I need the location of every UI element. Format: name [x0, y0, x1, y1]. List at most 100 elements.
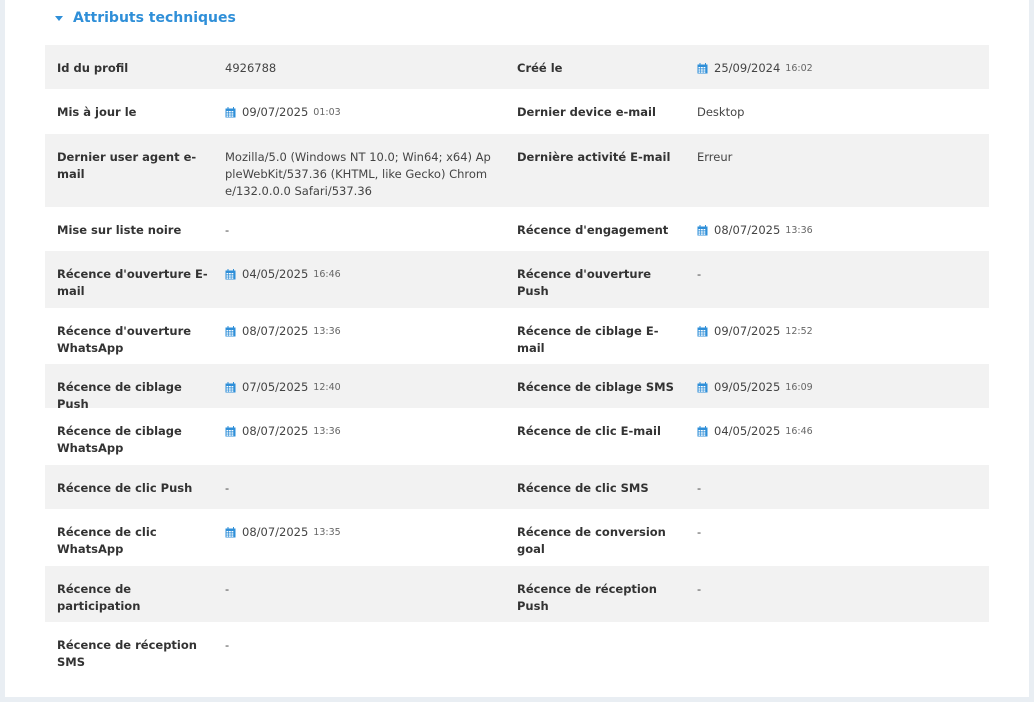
- date-text: 09/07/2025: [714, 324, 781, 338]
- time-text: 13:36: [785, 225, 813, 236]
- section-title: Attributs techniques: [73, 10, 236, 26]
- value-text: -: [225, 481, 230, 495]
- attribute-value: 25/09/2024 16:02: [697, 60, 989, 77]
- attribute-label: Récence de conversion goal: [517, 525, 666, 556]
- attribute-value: -: [225, 637, 517, 654]
- attribute-value: Mozilla/5.0 (Windows NT 10.0; Win64; x64…: [225, 149, 517, 200]
- attribute-row: Récence de participation - Récence de réce…: [45, 566, 989, 622]
- attribute-value: 04/05/2025 16:46: [225, 266, 517, 283]
- attribute-value: -: [697, 266, 989, 283]
- calendar-icon: [697, 326, 708, 337]
- attribute-label: Récence de clic E-mail: [517, 424, 661, 438]
- attribute-value: Erreur: [697, 149, 989, 166]
- value-text: -: [697, 267, 702, 281]
- attribute-row: Récence d'ouverture WhatsApp 08/07/2025 13…: [45, 308, 989, 364]
- value-text: Mozilla/5.0 (Windows NT 10.0; Win64; x64…: [225, 150, 491, 198]
- value-text: -: [225, 638, 230, 652]
- date-text: 09/05/2025: [714, 380, 781, 394]
- attribute-value: 08/07/2025 13:36: [225, 423, 517, 440]
- attribute-value: 09/05/2025 16:09: [697, 379, 989, 396]
- value-text: -: [225, 582, 230, 596]
- date-value: 09/07/2025 12:52: [697, 323, 813, 340]
- attribute-value: -: [225, 581, 517, 598]
- date-value: 08/07/2025 13:36: [697, 222, 813, 239]
- value-text: Erreur: [697, 150, 733, 164]
- time-text: 13:36: [313, 326, 341, 337]
- attribute-value: 09/07/2025 01:03: [225, 104, 517, 121]
- time-text: 16:09: [785, 382, 813, 393]
- attribute-label: Récence de ciblage WhatsApp: [57, 424, 182, 455]
- attribute-row: Mis à jour le 09/07/2025 01:03 Dernier devi…: [45, 89, 989, 134]
- time-text: 16:02: [785, 63, 813, 74]
- attribute-row: Récence de clic WhatsApp 08/07/2025 13:35 R…: [45, 509, 989, 566]
- date-text: 04/05/2025: [714, 424, 781, 438]
- date-value: 08/07/2025 13:36: [225, 423, 341, 440]
- attribute-label: Créé le: [517, 61, 563, 75]
- technical-attributes-panel: Attributs techniques Id du profil 4926788…: [5, 0, 1029, 697]
- value-text: -: [697, 582, 702, 596]
- value-text: -: [225, 223, 230, 237]
- attribute-value: -: [225, 480, 517, 497]
- attribute-label: Dernier device e-mail: [517, 105, 656, 119]
- calendar-icon: [697, 63, 708, 74]
- attribute-value: -: [697, 480, 989, 497]
- date-value: 08/07/2025 13:36: [225, 323, 341, 340]
- time-text: 16:46: [785, 426, 813, 437]
- date-value: 07/05/2025 12:40: [225, 379, 341, 396]
- attribute-label: Récence de clic WhatsApp: [57, 525, 157, 556]
- calendar-icon: [697, 426, 708, 437]
- attributes-grid: Id du profil 4926788 Créé le 25/09/2024 16:0…: [45, 45, 989, 678]
- attribute-label: Récence d'engagement: [517, 223, 669, 237]
- attribute-label: Récence d'ouverture E-mail: [57, 267, 208, 298]
- time-text: 13:35: [313, 527, 341, 538]
- attribute-value: 09/07/2025 12:52: [697, 323, 989, 340]
- value-text: -: [697, 481, 702, 495]
- date-text: 08/07/2025: [242, 324, 309, 338]
- attribute-label: Mise sur liste noire: [57, 223, 182, 237]
- date-text: 08/07/2025: [242, 525, 309, 539]
- value-text: -: [697, 525, 702, 539]
- attribute-label: Récence de réception Push: [517, 582, 657, 613]
- section-toggle[interactable]: Attributs techniques: [55, 8, 236, 28]
- attribute-value: -: [225, 222, 517, 239]
- calendar-icon: [225, 107, 236, 118]
- calendar-icon: [225, 326, 236, 337]
- attribute-label: Récence de clic SMS: [517, 481, 649, 495]
- calendar-icon: [697, 382, 708, 393]
- time-text: 12:40: [313, 382, 341, 393]
- date-value: 08/07/2025 13:35: [225, 524, 341, 541]
- date-value: 04/05/2025 16:46: [697, 423, 813, 440]
- attribute-label: Récence de réception SMS: [57, 638, 197, 669]
- time-text: 16:46: [313, 269, 341, 280]
- attribute-row: Id du profil 4926788 Créé le 25/09/2024 16:0…: [45, 45, 989, 89]
- attribute-label: Récence de ciblage Push: [57, 380, 182, 411]
- date-text: 07/05/2025: [242, 380, 309, 394]
- attribute-row: Récence de réception SMS -: [45, 622, 989, 678]
- attribute-value: 08/07/2025 13:36: [697, 222, 989, 239]
- time-text: 01:03: [313, 107, 341, 118]
- attribute-label: Récence de participation: [57, 582, 141, 613]
- attribute-label: Récence de clic Push: [57, 481, 193, 495]
- time-text: 13:36: [313, 426, 341, 437]
- attribute-label: Récence d'ouverture WhatsApp: [57, 324, 192, 355]
- attribute-row: Récence d'ouverture E-mail 04/05/2025 16:4…: [45, 251, 989, 308]
- attribute-row: Mise sur liste noire - Récence d'engagemen…: [45, 207, 989, 251]
- attribute-label: Dernière activité E-mail: [517, 150, 671, 164]
- attribute-label: Récence d'ouverture Push: [517, 267, 652, 298]
- date-value: 04/05/2025 16:46: [225, 266, 341, 283]
- attribute-row: Récence de clic Push - Récence de clic SMS…: [45, 465, 989, 509]
- attribute-value: -: [697, 524, 989, 541]
- attribute-row: Récence de ciblage Push 07/05/2025 12:40 Ré…: [45, 364, 989, 411]
- calendar-icon: [225, 382, 236, 393]
- attribute-label: Dernier user agent e-mail: [57, 150, 197, 181]
- attribute-value: 08/07/2025 13:36: [225, 323, 517, 340]
- calendar-icon: [225, 426, 236, 437]
- calendar-icon: [697, 225, 708, 236]
- date-text: 08/07/2025: [242, 424, 309, 438]
- calendar-icon: [225, 269, 236, 280]
- date-value: 09/07/2025 01:03: [225, 104, 341, 121]
- value-text: Desktop: [697, 105, 745, 119]
- attribute-value: -: [697, 581, 989, 598]
- caret-down-icon[interactable]: [55, 16, 63, 21]
- attribute-label: Id du profil: [57, 61, 129, 75]
